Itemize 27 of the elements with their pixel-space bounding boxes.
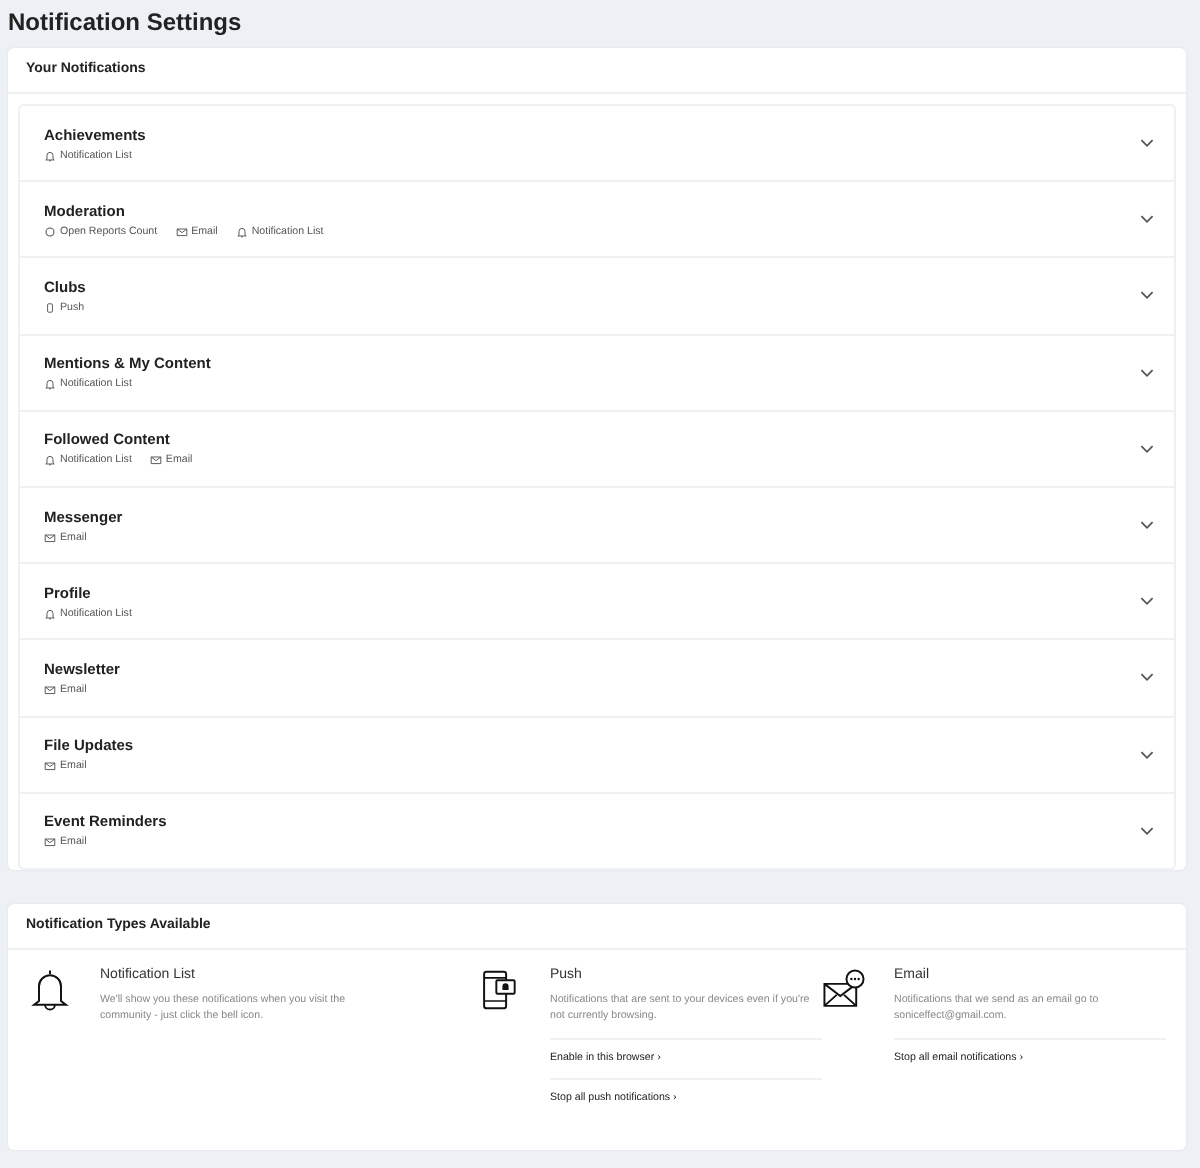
chevron-down-icon[interactable] — [1140, 443, 1154, 454]
envelope-icon — [44, 531, 56, 544]
circle-icon — [44, 225, 56, 238]
page-title: Notification Settings — [8, 6, 244, 40]
bell-icon — [44, 607, 56, 620]
envelope-icon — [44, 836, 56, 849]
envelope-icon — [44, 760, 56, 773]
envelope-icon — [149, 454, 162, 467]
phone-message-icon — [478, 967, 522, 1012]
bell-icon — [44, 454, 56, 467]
chevron-down-icon[interactable] — [1140, 367, 1154, 378]
bell-icon — [235, 225, 248, 238]
chevron-down-icon[interactable] — [1140, 749, 1154, 760]
chevron-down-icon[interactable] — [1140, 290, 1154, 301]
chevron-down-icon[interactable] — [1140, 520, 1154, 531]
envelope-icon — [44, 683, 56, 696]
envelope-icon — [175, 225, 188, 238]
chevron-down-icon[interactable] — [1140, 138, 1154, 149]
chevron-down-icon[interactable] — [1140, 214, 1154, 225]
chevron-down-icon[interactable] — [1140, 672, 1154, 683]
envelope-chat-icon — [822, 967, 866, 1012]
chevron-down-icon[interactable] — [1140, 825, 1154, 836]
bell-icon — [28, 967, 72, 1012]
phone-icon — [44, 301, 56, 314]
bell-icon — [44, 149, 56, 162]
chevron-down-icon[interactable] — [1140, 596, 1154, 607]
bell-icon — [44, 378, 56, 391]
